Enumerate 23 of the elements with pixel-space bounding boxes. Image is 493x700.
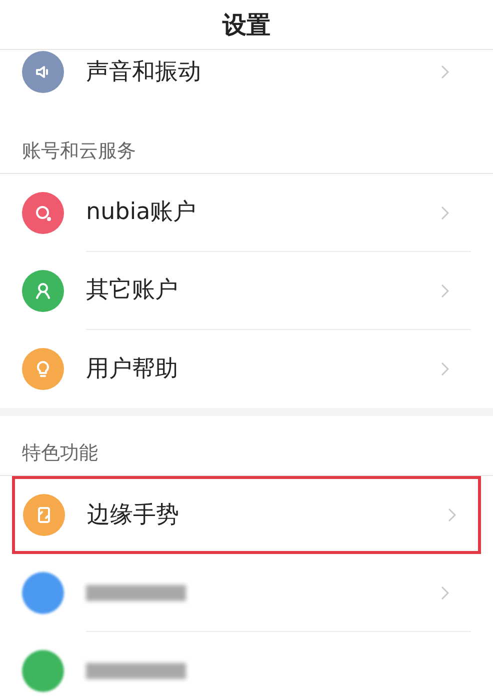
section-header: 账号和云服务: [22, 138, 136, 164]
chevron-right-icon: [441, 65, 449, 79]
chevron-right-icon: [448, 508, 456, 522]
setting-row[interactable]: 用户帮助: [0, 330, 493, 408]
page-title: 设置: [222, 10, 270, 40]
setting-label: 边缘手势: [87, 500, 179, 530]
section-header: 特色功能: [22, 440, 98, 466]
ring-icon: [34, 204, 52, 222]
chevron-right-icon: [441, 362, 449, 376]
setting-label: 用户帮助: [86, 354, 178, 384]
lightbulb-icon: [34, 360, 52, 378]
setting-label: 声音和振动: [86, 58, 201, 87]
person-icon: [34, 282, 52, 300]
setting-row[interactable]: 其它账户: [0, 252, 493, 330]
setting-label: 其它账户: [86, 276, 178, 306]
setting-row[interactable]: 声音和振动: [0, 50, 493, 94]
setting-row[interactable]: nubia账户: [0, 174, 493, 252]
setting-label: nubia账户: [86, 198, 196, 228]
chevron-right-icon: [441, 284, 449, 298]
highlighted-setting-row[interactable]: 边缘手势: [12, 476, 481, 554]
phone-rotate-icon: [35, 506, 53, 524]
chevron-right-icon: [441, 586, 449, 600]
chevron-right-icon: [441, 206, 449, 220]
